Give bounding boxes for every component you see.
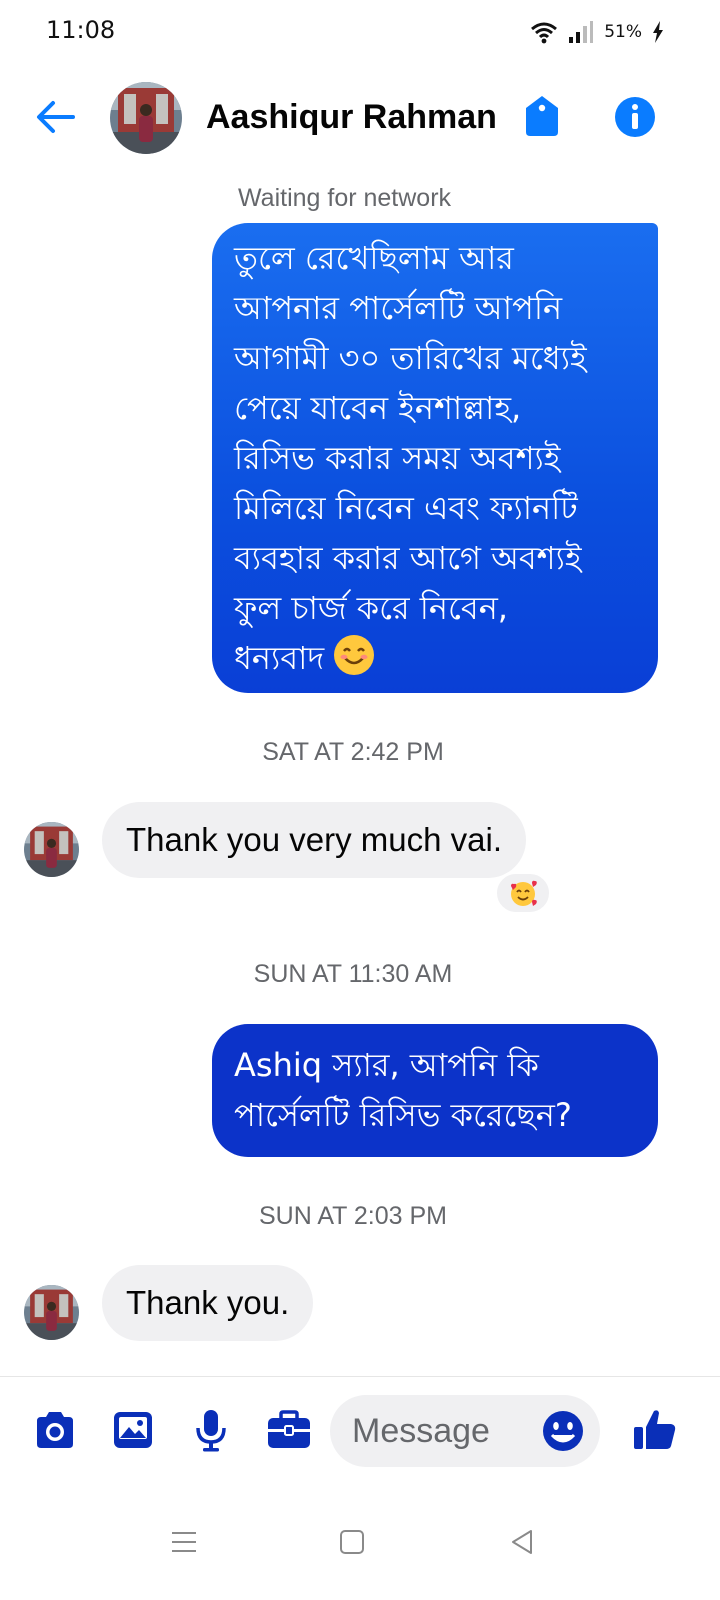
recent-apps-button[interactable] <box>164 1522 204 1562</box>
chat-header: Aashiqur Rahman <box>0 78 720 160</box>
outgoing-message-bubble[interactable]: Ashiq স্যার, আপনি কি পার্সেলটি রিসিভ করে… <box>212 1024 658 1157</box>
message-line: তুলে রেখেছিলাম আর <box>234 239 514 277</box>
signal-icon <box>569 21 594 43</box>
message-line: রিসিভ করার সময় অবশ্যই <box>234 439 561 477</box>
home-button[interactable] <box>332 1522 372 1562</box>
message-line: আগামী ৩০ তারিখের মধ্যেই <box>234 339 587 377</box>
status-bar: 11:08 51% <box>0 0 720 64</box>
incoming-message-bubble[interactable]: Thank you. <box>102 1265 314 1341</box>
message-line: পার্সেলটি রিসিভ করেছেন? <box>234 1096 572 1134</box>
tag-button[interactable] <box>522 94 562 138</box>
message-line: পেয়ে যাবেন ইনশাল্লাহ, <box>234 389 522 427</box>
message-line: ধন্যবাদ <box>234 639 325 677</box>
back-button[interactable] <box>34 96 76 138</box>
message-line: Ashiq স্যার, আপনি কি <box>234 1046 539 1084</box>
message-status-note: Waiting for network <box>238 184 452 212</box>
message-timestamp: SUN AT 11:30 AM <box>253 960 453 988</box>
thumbs-up-icon <box>634 1410 676 1449</box>
microphone-icon <box>196 1410 226 1452</box>
message-line: মিলিয়ে নিবেন এবং ফ্যানটি <box>234 489 578 527</box>
info-icon <box>615 97 655 137</box>
briefcase-icon <box>268 1410 310 1448</box>
smiling-face-emoji <box>334 635 375 675</box>
wifi-icon <box>531 22 558 44</box>
message-line: ব্যবহার করার আগে অবশ্যই <box>234 539 582 577</box>
gallery-button[interactable] <box>110 1407 156 1453</box>
status-icons: 51% <box>530 18 664 46</box>
battery-percent: 51% <box>604 22 642 42</box>
arrow-left-icon <box>37 101 75 133</box>
message-line-last: ধন্যবাদ <box>234 633 636 683</box>
smiling-face-with-hearts-icon <box>511 880 537 906</box>
message-input[interactable] <box>352 1405 532 1457</box>
message-timestamp: SAT AT 2:42 PM <box>262 738 444 766</box>
system-navigation-bar <box>0 1486 720 1600</box>
message-line: আপনার পার্সেলটি আপনি <box>234 289 563 327</box>
info-button[interactable] <box>614 96 656 138</box>
contact-avatar-small[interactable] <box>24 1285 79 1340</box>
square-icon <box>340 1530 364 1554</box>
business-tools-button[interactable] <box>266 1407 312 1453</box>
charging-icon <box>653 21 663 43</box>
message-reaction[interactable] <box>494 871 552 915</box>
message-line: ফুল চার্জ করে নিবেন, <box>234 589 508 627</box>
outgoing-message-bubble[interactable]: তুলে রেখেছিলাম আর আপনার পার্সেলটি আপনি আ… <box>212 223 658 693</box>
microphone-button[interactable] <box>188 1407 234 1453</box>
camera-icon <box>37 1412 73 1448</box>
tag-icon <box>526 96 558 136</box>
message-field <box>330 1395 600 1467</box>
triangle-back-icon <box>512 1530 532 1554</box>
status-time: 11:08 <box>46 16 116 44</box>
contact-name[interactable]: Aashiqur Rahman <box>206 98 497 137</box>
camera-button[interactable] <box>32 1407 78 1453</box>
back-nav-button[interactable] <box>502 1522 542 1562</box>
smiley-icon <box>543 1411 583 1451</box>
like-button[interactable] <box>630 1405 680 1455</box>
menu-icon <box>172 1532 196 1552</box>
message-timestamp: SUN AT 2:03 PM <box>258 1202 448 1230</box>
emoji-button[interactable] <box>542 1410 584 1452</box>
contact-avatar[interactable] <box>110 82 182 154</box>
gallery-icon <box>114 1412 152 1448</box>
message-composer <box>0 1376 720 1486</box>
contact-avatar-small[interactable] <box>24 822 79 877</box>
incoming-message-bubble[interactable]: Thank you very much vai. <box>102 802 526 878</box>
